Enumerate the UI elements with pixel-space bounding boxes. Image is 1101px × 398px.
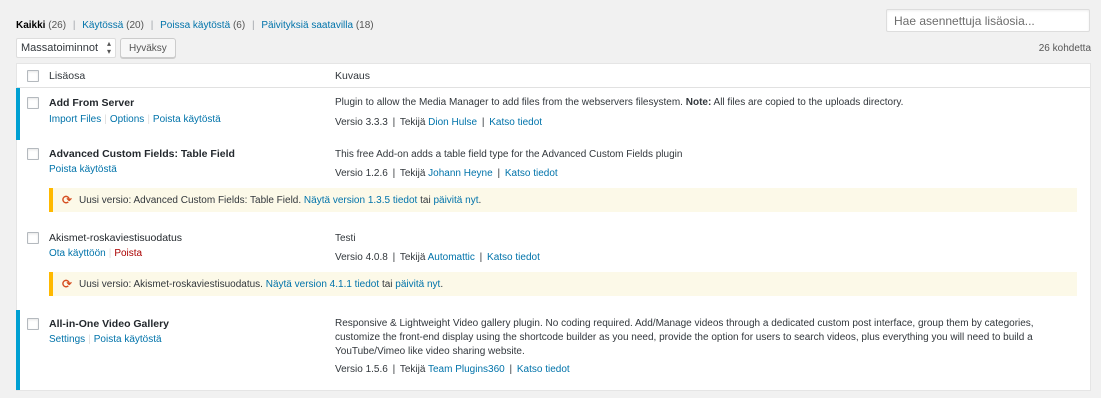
action-deactivate[interactable]: Poista käytöstä (153, 114, 221, 125)
author-link[interactable]: Automattic (428, 252, 475, 263)
view-version-details-link[interactable]: Näytä version 4.1.1 tiedot (266, 279, 379, 290)
filter-updates-link[interactable]: Päivityksiä saatavilla (261, 20, 353, 31)
plugin-name: Akismet-roskaviestisuodatus (49, 232, 183, 244)
update-icon: ⟳ (61, 193, 73, 207)
update-notice: ⟳ Uusi versio: Akismet-roskaviestisuodat… (49, 272, 1077, 296)
view-details-link[interactable]: Katso tiedot (487, 252, 540, 263)
filter-inactive-link[interactable]: Poissa käytöstä (160, 20, 230, 31)
row-checkbox[interactable] (27, 318, 39, 330)
plugin-meta: Versio 4.0.8 | Tekijä Automattic | Katso… (335, 252, 540, 263)
row-checkbox[interactable] (27, 148, 39, 160)
select-all-checkbox[interactable] (27, 70, 39, 82)
author-link[interactable]: Team Plugins360 (428, 364, 505, 375)
author-label: Tekijä (399, 168, 426, 179)
plugin-meta: Versio 1.2.6 | Tekijä Johann Heyne | Kat… (335, 168, 558, 179)
plugin-version: Versio 3.3.3 (335, 117, 388, 128)
plugin-name: Add From Server (49, 97, 135, 109)
plugin-description: This free Add-on adds a table field type… (335, 149, 683, 160)
notice-text: Uusi versio: Advanced Custom Fields: Tab… (79, 194, 302, 206)
update-notice: ⟳ Uusi versio: Advanced Custom Fields: T… (49, 188, 1077, 212)
table-row: Add From Server Import Files | Options | Poi… (16, 88, 1090, 140)
column-description-header: Kuvaus (335, 70, 371, 82)
table-header: Lisäosa Kuvaus (17, 64, 1090, 88)
plugin-description: Responsive & Lightweight Video gallery p… (335, 318, 1034, 357)
plugin-actions: Poista käytöstä (49, 164, 117, 175)
action-settings[interactable]: Settings (49, 334, 85, 345)
update-notice-row: ⟳ Uusi versio: Akismet-roskaviestisuodat… (17, 270, 1090, 310)
filter-active-link[interactable]: Käytössä (82, 20, 123, 31)
plugin-meta: Versio 3.3.3 | Tekijä Dion Hulse | Katso… (335, 117, 543, 128)
plugin-description: Plugin to allow the Media Manager to add… (335, 96, 1080, 110)
author-link[interactable]: Dion Hulse (428, 117, 477, 128)
description-text: All files are copied to the uploads dire… (713, 97, 904, 108)
view-details-link[interactable]: Katso tiedot (489, 117, 542, 128)
notice-text: Uusi versio: Akismet-roskaviestisuodatus… (79, 278, 263, 290)
description-note: Note: (685, 97, 712, 108)
author-label: Tekijä (399, 117, 426, 128)
plugin-name: All-in-One Video Gallery (49, 318, 170, 330)
plugin-search-input[interactable] (886, 9, 1090, 32)
action-activate[interactable]: Ota käyttöön (49, 248, 106, 259)
filter-separator: | (251, 20, 255, 31)
filter-all-label[interactable]: Kaikki (16, 20, 45, 31)
action-options[interactable]: Options (110, 114, 144, 125)
row-checkbox[interactable] (27, 97, 39, 109)
column-plugin-header: Lisäosa (49, 70, 86, 82)
filter-separator: | (150, 20, 154, 31)
notice-text: tai (381, 278, 393, 290)
notice-text: . (478, 194, 482, 206)
view-details-link[interactable]: Katso tiedot (505, 168, 558, 179)
bulk-actions-label: Massatoiminnot (21, 42, 99, 54)
table-row: Akismet-roskaviestisuodatus Ota käyttöön… (17, 224, 1090, 270)
bulk-actions-select[interactable]: Massatoiminnot ▴ ▾ (16, 38, 116, 58)
update-now-link[interactable]: päivitä nyt (433, 195, 478, 206)
items-count: 26 kohdetta (1038, 43, 1091, 54)
table-row: All-in-One Video Gallery Settings | Poista… (16, 310, 1090, 390)
update-notice-row: ⟳ Uusi versio: Advanced Custom Fields: T… (17, 182, 1090, 224)
notice-text: . (440, 278, 444, 290)
plugin-name: Advanced Custom Fields: Table Field (49, 148, 235, 160)
update-now-link[interactable]: päivitä nyt (395, 279, 440, 290)
apply-button[interactable]: Hyväksy (120, 38, 176, 58)
plugin-version: Versio 1.2.6 (335, 168, 388, 179)
select-arrows-icon: ▴ ▾ (106, 39, 111, 56)
author-label: Tekijä (399, 252, 426, 263)
view-version-details-link[interactable]: Näytä version 1.3.5 tiedot (304, 195, 417, 206)
plugin-actions: Settings | Poista käytöstä (49, 334, 162, 345)
filter-all-count: (26) (48, 20, 67, 31)
table-row: Advanced Custom Fields: Table Field Pois… (17, 140, 1090, 182)
plugin-meta: Versio 1.5.6 | Tekijä Team Plugins360 | … (335, 364, 570, 375)
plugin-description: Testi (335, 233, 356, 244)
plugin-version: Versio 4.0.8 (335, 252, 388, 263)
plugin-status-filters: Kaikki (26) | Käytössä (20) | Poissa käy… (16, 20, 374, 31)
filter-updates-count: (18) (355, 20, 374, 31)
plugin-actions: Import Files | Options | Poista käytöstä (49, 114, 221, 125)
row-checkbox[interactable] (27, 232, 39, 244)
filter-active-count: (20) (126, 20, 144, 31)
notice-text: tai (420, 194, 431, 206)
action-deactivate[interactable]: Poista käytöstä (49, 164, 117, 175)
action-import-files[interactable]: Import Files (49, 114, 101, 125)
plugin-actions: Ota käyttöön | Poista (49, 248, 143, 259)
action-delete[interactable]: Poista (114, 248, 142, 259)
filter-inactive-count: (6) (232, 20, 246, 31)
view-details-link[interactable]: Katso tiedot (517, 364, 570, 375)
author-label: Tekijä (399, 364, 426, 375)
plugins-table: Lisäosa Kuvaus Add From Server Import Fi… (16, 63, 1091, 391)
filter-separator: | (72, 20, 76, 31)
update-icon: ⟳ (61, 277, 73, 291)
plugin-version: Versio 1.5.6 (335, 364, 388, 375)
description-text: Plugin to allow the Media Manager to add… (335, 97, 683, 108)
author-link[interactable]: Johann Heyne (428, 168, 493, 179)
action-deactivate[interactable]: Poista käytöstä (94, 334, 162, 345)
